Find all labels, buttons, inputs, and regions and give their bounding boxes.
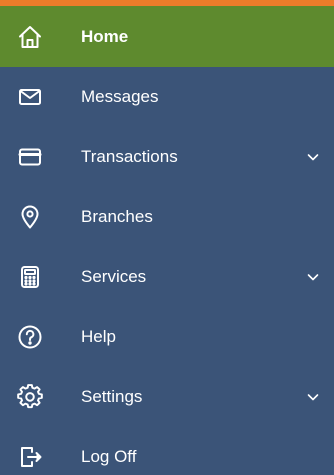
nav-item-log-off[interactable]: Log Off (0, 427, 334, 475)
log-off-icon (17, 444, 43, 470)
nav-item-label: Transactions (81, 147, 178, 166)
envelope-icon (17, 84, 43, 110)
nav-item-label: Settings (81, 387, 143, 406)
nav-item-branches[interactable]: Branches (0, 187, 334, 247)
nav-item-label: Branches (81, 207, 153, 226)
nav-item-label: Services (81, 267, 147, 286)
nav-item-services[interactable]: Services (0, 247, 334, 307)
home-icon (17, 24, 43, 50)
nav-item-label: Help (81, 327, 116, 346)
nav-item-messages[interactable]: Messages (0, 67, 334, 127)
nav-item-label: Messages (81, 87, 159, 106)
chevron-down-icon[interactable] (306, 270, 320, 284)
chevron-down-icon[interactable] (306, 390, 320, 404)
nav-item-home[interactable]: Home (0, 6, 334, 67)
card-icon (17, 144, 43, 170)
side-navigation: Home Messages Transactions Branches Serv… (0, 6, 334, 475)
help-circle-icon (17, 324, 43, 350)
nav-item-transactions[interactable]: Transactions (0, 127, 334, 187)
nav-item-label: Log Off (81, 447, 137, 466)
calculator-icon (17, 264, 43, 290)
nav-item-help[interactable]: Help (0, 307, 334, 367)
location-pin-icon (17, 204, 43, 230)
nav-item-settings[interactable]: Settings (0, 367, 334, 427)
nav-item-label: Home (81, 26, 129, 46)
gear-icon (17, 384, 43, 410)
chevron-down-icon[interactable] (306, 150, 320, 164)
